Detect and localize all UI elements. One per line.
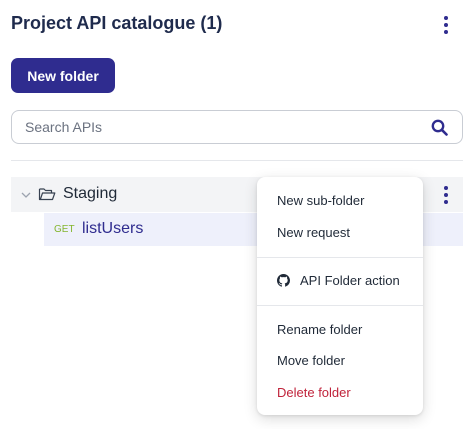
- page-title: Project API catalogue (1): [11, 13, 223, 33]
- menu-item-label: API Folder action: [300, 273, 400, 288]
- menu-item-api-folder-action[interactable]: API Folder action: [277, 273, 400, 288]
- folder-label: Staging: [63, 185, 118, 202]
- search-box: [11, 110, 463, 144]
- menu-separator: [257, 305, 423, 306]
- chevron-down-icon[interactable]: [20, 189, 32, 201]
- menu-separator: [257, 257, 423, 258]
- search-icon[interactable]: [431, 119, 448, 136]
- menu-item-new-request[interactable]: New request: [277, 225, 350, 240]
- search-input[interactable]: [25, 111, 420, 143]
- menu-item-new-sub-folder[interactable]: New sub-folder: [277, 193, 364, 208]
- request-label: listUsers: [82, 220, 144, 237]
- menu-item-rename-folder[interactable]: Rename folder: [277, 322, 362, 337]
- folder-context-menu: New sub-folder New request API Folder ac…: [257, 177, 423, 415]
- method-badge: GET: [54, 224, 75, 235]
- menu-item-delete-folder[interactable]: Delete folder: [277, 385, 351, 400]
- github-icon: [277, 274, 290, 287]
- folder-more-options-icon[interactable]: [434, 183, 458, 207]
- more-options-icon[interactable]: [434, 13, 458, 37]
- folder-open-icon: [38, 188, 56, 201]
- divider: [11, 160, 463, 161]
- new-folder-button[interactable]: New folder: [11, 58, 115, 93]
- menu-item-move-folder[interactable]: Move folder: [277, 353, 345, 368]
